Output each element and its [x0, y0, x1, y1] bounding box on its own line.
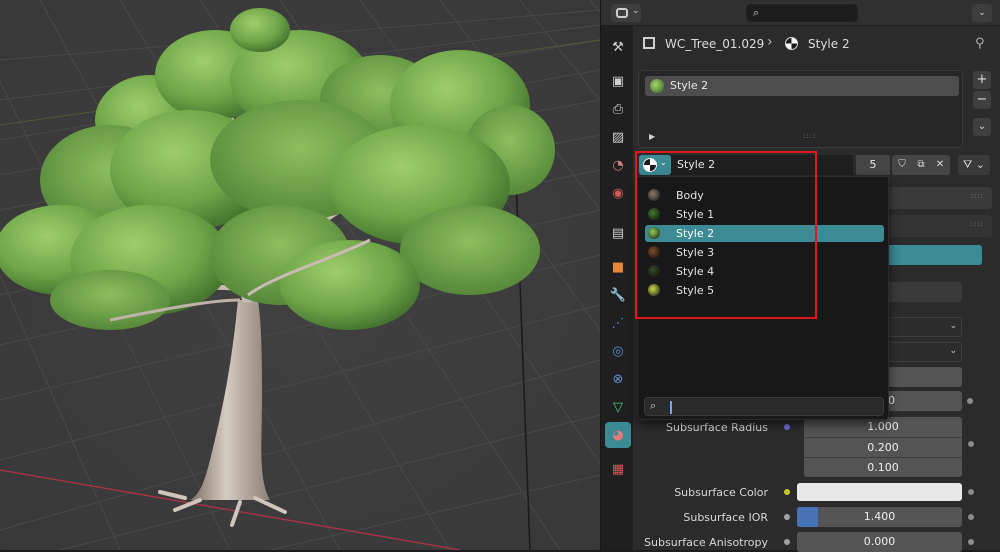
- chevron-down-icon: ⌄: [949, 346, 957, 356]
- tab-material[interactable]: ◕: [605, 422, 631, 448]
- animate-dot-icon[interactable]: [967, 398, 973, 404]
- tab-particles[interactable]: ⋰: [605, 310, 631, 336]
- duplicate-material-icon[interactable]: ⧉: [911, 155, 931, 175]
- text-cursor: [670, 401, 672, 414]
- properties-header: ⌄ ⌕ ⌄: [601, 0, 1000, 26]
- dropdown-field[interactable]: ⌄: [888, 342, 962, 362]
- fake-user-shield-icon[interactable]: ⛉: [892, 155, 912, 175]
- resize-grip-icon[interactable]: ::::: [803, 132, 816, 140]
- tab-view-layer[interactable]: ▨: [605, 124, 631, 150]
- 3d-viewport[interactable]: [0, 0, 600, 550]
- animate-dot-icon[interactable]: [968, 539, 974, 545]
- field-value: 0.200: [867, 441, 899, 454]
- animate-dot-icon[interactable]: [968, 489, 974, 495]
- object-icon: [643, 37, 655, 49]
- breadcrumb-separator: ›: [767, 34, 773, 50]
- property-value-field[interactable]: 0: [888, 391, 962, 411]
- subsurface-ior-label: Subsurface IOR: [683, 511, 768, 524]
- subsurface-ior-fill: [797, 507, 819, 527]
- remove-slot-button[interactable]: −: [973, 91, 991, 109]
- header-options-button[interactable]: ⌄: [972, 4, 992, 22]
- material-swatch-icon: [650, 79, 664, 93]
- slot-label: Style 2: [670, 79, 709, 92]
- subsurface-radius-y-field[interactable]: 0.200: [804, 437, 962, 457]
- surface-shader-field[interactable]: [888, 245, 982, 265]
- tab-scene[interactable]: ◔: [605, 152, 631, 178]
- tab-physics[interactable]: ◎: [605, 338, 631, 364]
- properties-tabs: ⚒ ▣ ⎙ ▨ ◔ ◉ ▤ ■ 🔧 ⋰ ◎ ⊗ ▽ ◕ ▦: [601, 26, 633, 550]
- chevron-down-icon: ⌄: [632, 6, 640, 16]
- slot-specials-button[interactable]: ⌄: [973, 118, 991, 136]
- pin-icon[interactable]: ⚲: [975, 36, 985, 51]
- breadcrumb-material: Style 2: [808, 37, 850, 51]
- link-menu-button[interactable]: ⛛ ⌄: [958, 155, 990, 175]
- field-value: 1.000: [867, 420, 899, 433]
- subsurface-color-swatch[interactable]: [797, 483, 962, 501]
- material-slot-list: Style 2 ▶ ::::: [638, 70, 963, 148]
- subsurface-radius-x-field[interactable]: 1.000: [804, 417, 962, 437]
- panel-grip-icon: ::::: [970, 220, 984, 228]
- socket-dot-icon[interactable]: [784, 489, 790, 495]
- material-icon: [785, 37, 798, 50]
- animate-dot-icon[interactable]: [968, 514, 974, 520]
- field-value: 0.000: [863, 535, 896, 548]
- popup-search-input[interactable]: ⌕: [644, 397, 884, 416]
- property-value: 0: [888, 394, 895, 407]
- properties-editor-icon: [616, 8, 628, 18]
- tab-collection[interactable]: ▤: [605, 220, 631, 246]
- tab-constraints[interactable]: ⊗: [605, 366, 631, 392]
- search-icon: ⌕: [753, 6, 760, 19]
- tab-tool[interactable]: ⚒: [605, 34, 631, 60]
- breadcrumb: WC_Tree_01.029 › Style 2 ⚲: [639, 30, 999, 56]
- tab-world[interactable]: ◉: [605, 180, 631, 206]
- tab-data[interactable]: ▽: [605, 394, 631, 420]
- animate-dot-icon[interactable]: [968, 441, 974, 447]
- subsurface-radius-z-field[interactable]: 0.100: [804, 457, 962, 477]
- tab-output[interactable]: ⎙: [605, 96, 631, 122]
- subsurface-ior-field[interactable]: 1.400: [797, 507, 962, 527]
- breadcrumb-object: WC_Tree_01.029: [665, 37, 765, 51]
- property-field[interactable]: [888, 367, 962, 387]
- tab-texture[interactable]: ▦: [605, 456, 631, 482]
- subsurface-radius-label: Subsurface Radius: [666, 421, 768, 434]
- socket-dot-icon[interactable]: [784, 514, 790, 520]
- socket-dot-icon[interactable]: [784, 424, 790, 430]
- editor-type-button[interactable]: ⌄: [611, 4, 641, 22]
- panel-grip-icon: ::::: [970, 192, 984, 200]
- field-value: 0.100: [867, 461, 899, 474]
- list-item[interactable]: Style 2: [645, 76, 959, 96]
- socket-dot-icon[interactable]: [784, 539, 790, 545]
- subsurface-anisotropy-field[interactable]: 0.000: [797, 532, 962, 552]
- unlink-material-icon[interactable]: ✕: [930, 155, 950, 175]
- viewport-grid: [0, 0, 600, 550]
- chevron-down-icon: ⌄: [949, 321, 957, 331]
- highlight-annotation-box: [635, 151, 817, 319]
- expand-triangle-icon[interactable]: ▶: [649, 132, 655, 141]
- add-slot-button[interactable]: +: [973, 71, 991, 89]
- tab-object[interactable]: ■: [605, 254, 631, 280]
- property-field[interactable]: [888, 282, 962, 302]
- search-icon: ⌕: [650, 399, 657, 412]
- subsurface-color-label: Subsurface Color: [674, 486, 768, 499]
- material-users-count[interactable]: 5: [856, 155, 890, 175]
- subsurface-anisotropy-label: Subsurface Anisotropy: [644, 536, 768, 549]
- tab-modifiers[interactable]: 🔧: [605, 282, 631, 308]
- tab-render[interactable]: ▣: [605, 68, 631, 94]
- properties-search-input[interactable]: ⌕: [746, 4, 858, 22]
- field-value: 1.400: [863, 510, 896, 523]
- dropdown-field[interactable]: ⌄: [888, 317, 962, 337]
